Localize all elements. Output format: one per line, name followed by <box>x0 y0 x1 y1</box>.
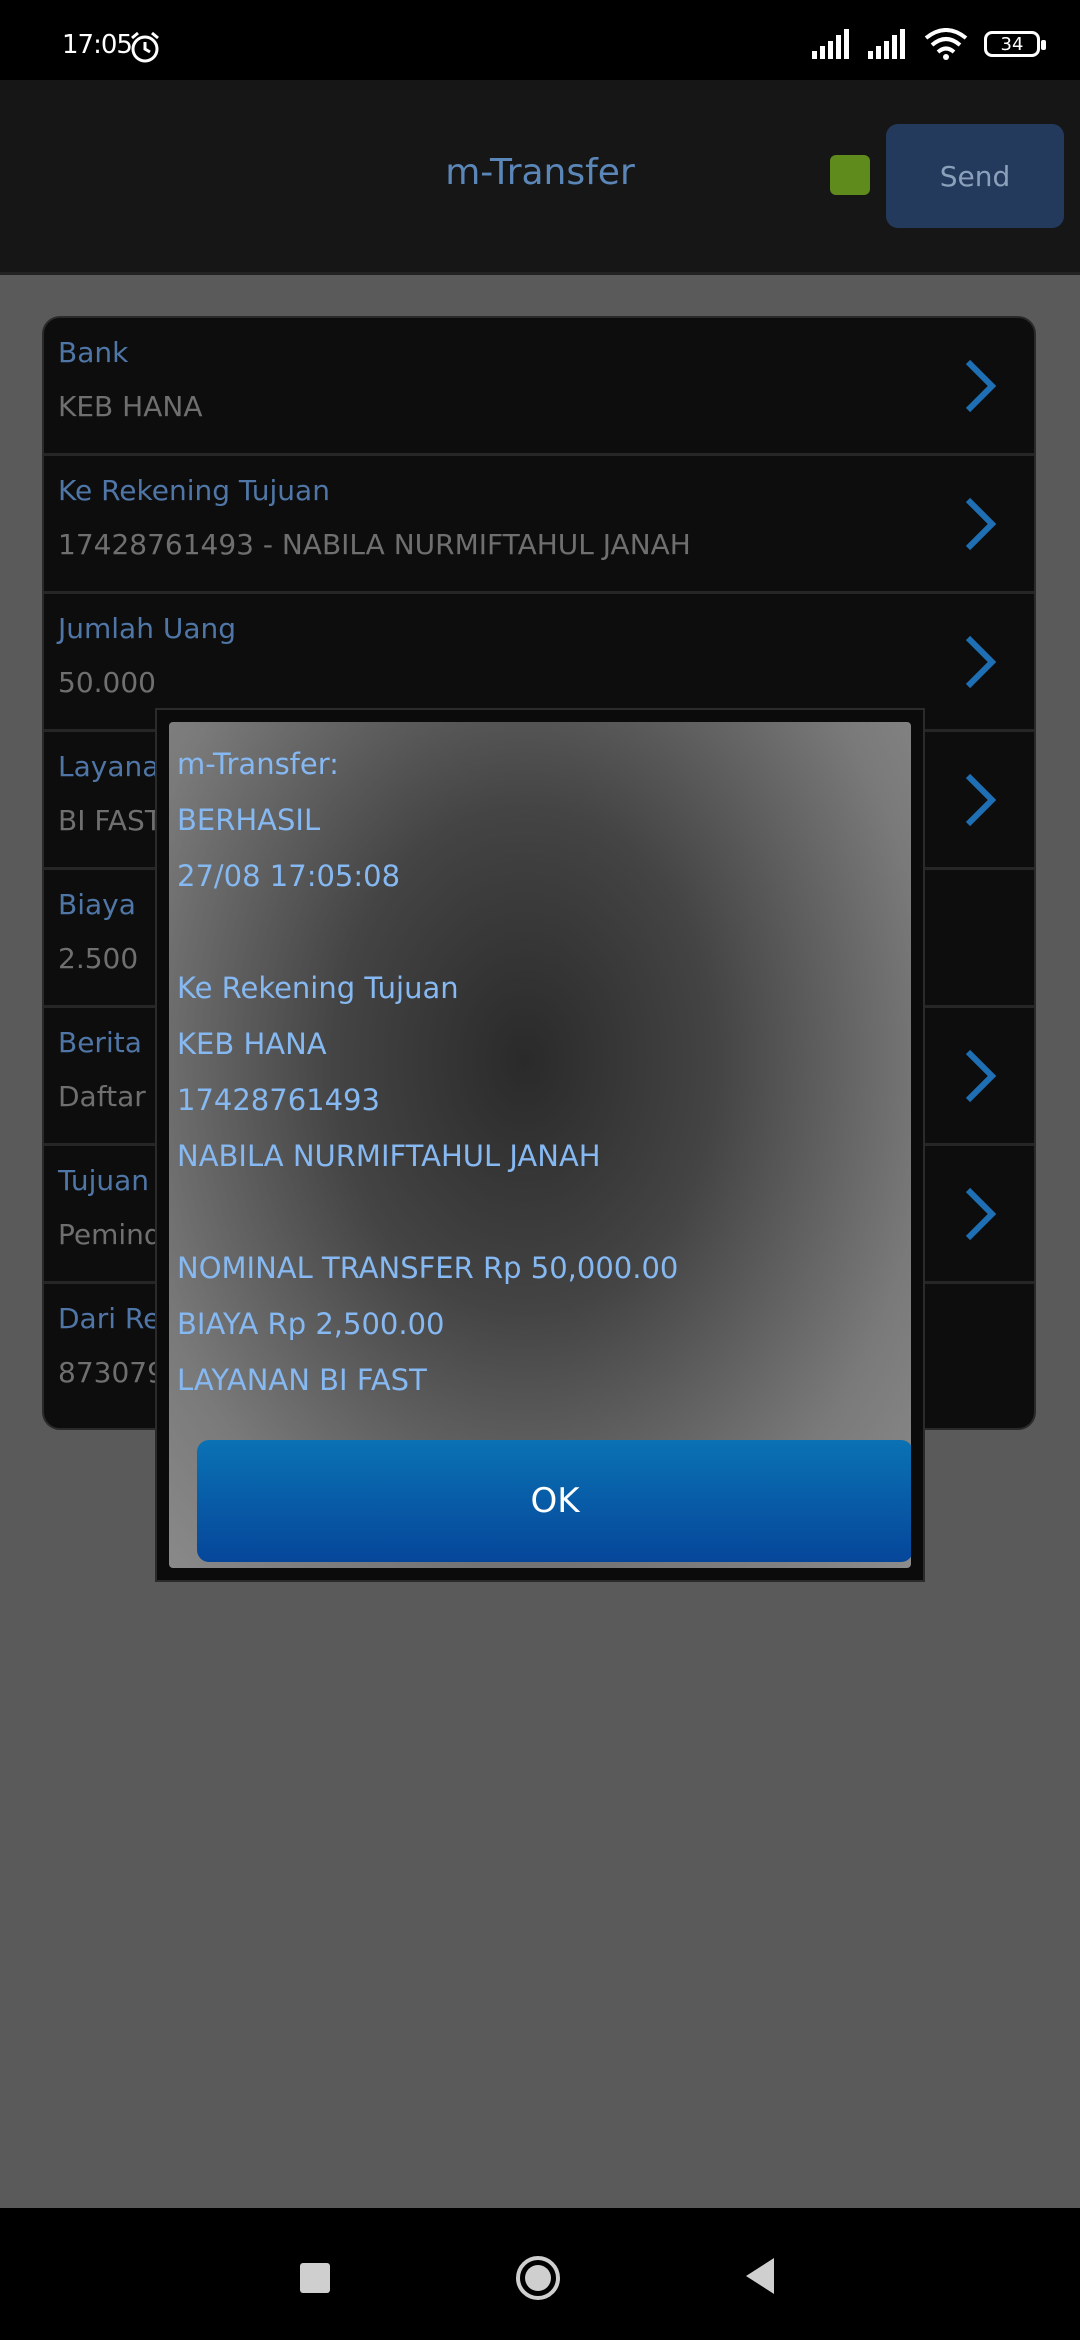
row-label: Biaya <box>58 888 136 921</box>
send-button[interactable]: Send <box>886 124 1064 228</box>
message-line: BERHASIL <box>177 803 321 837</box>
wifi-icon <box>924 28 968 60</box>
status-time: 17:05 <box>62 30 133 60</box>
form-row-bank[interactable]: Bank KEB HANA <box>44 318 1034 456</box>
message-line: Ke Rekening Tujuan <box>177 971 459 1005</box>
row-value: 17428761493 - NABILA NURMIFTAHUL JANAH <box>58 528 691 561</box>
row-value: KEB HANA <box>58 390 203 423</box>
battery-level: 34 <box>1000 33 1024 55</box>
message-line: KEB HANA <box>177 1027 327 1061</box>
row-label: Jumlah Uang <box>58 612 237 645</box>
alarm-icon <box>131 31 159 63</box>
message-line <box>177 1184 901 1240</box>
signal-icon <box>812 29 849 59</box>
row-value: BI FAST <box>58 804 162 837</box>
dialog-message[interactable]: m-Transfer: BERHASIL 27/08 17:05:08 Ke R… <box>177 736 901 1396</box>
chevron-right-icon <box>965 1049 997 1103</box>
app-header: m-Transfer Send <box>0 80 1080 275</box>
message-line: m-Transfer: <box>177 747 339 781</box>
status-bar: 17:05 34 <box>0 0 1080 80</box>
result-dialog: m-Transfer: BERHASIL 27/08 17:05:08 Ke R… <box>155 708 925 1582</box>
message-line: 17428761493 <box>177 1083 380 1117</box>
message-line: NOMINAL TRANSFER Rp 50,000.00 <box>177 1251 679 1285</box>
row-value: 2.500 <box>58 942 139 975</box>
chevron-right-icon <box>965 1187 997 1241</box>
chevron-right-icon <box>965 359 997 413</box>
recents-icon[interactable] <box>300 2263 330 2293</box>
message-line: LAYANAN BI FAST <box>177 1363 427 1396</box>
message-line: BIAYA Rp 2,500.00 <box>177 1307 445 1341</box>
message-line: 27/08 17:05:08 <box>177 859 401 893</box>
system-nav-bar <box>0 2208 1080 2340</box>
ok-button[interactable]: OK <box>197 1440 911 1562</box>
row-label: Bank <box>58 336 129 369</box>
form-row-account[interactable]: Ke Rekening Tujuan 17428761493 - NABILA … <box>44 456 1034 594</box>
signal-icon <box>868 29 905 59</box>
row-value: 50.000 <box>58 666 156 699</box>
chevron-right-icon <box>965 773 997 827</box>
chevron-right-icon <box>965 635 997 689</box>
row-label: Berita <box>58 1026 142 1059</box>
back-icon[interactable] <box>742 2256 778 2296</box>
message-line <box>177 904 901 960</box>
message-line: NABILA NURMIFTAHUL JANAH <box>177 1139 601 1173</box>
home-icon[interactable] <box>514 2254 562 2302</box>
battery-icon: 34 <box>984 31 1046 57</box>
status-indicator <box>830 155 870 195</box>
row-label: Ke Rekening Tujuan <box>58 474 330 507</box>
row-value: Daftar <box>58 1080 146 1113</box>
chevron-right-icon <box>965 497 997 551</box>
dialog-body: m-Transfer: BERHASIL 27/08 17:05:08 Ke R… <box>169 722 911 1568</box>
